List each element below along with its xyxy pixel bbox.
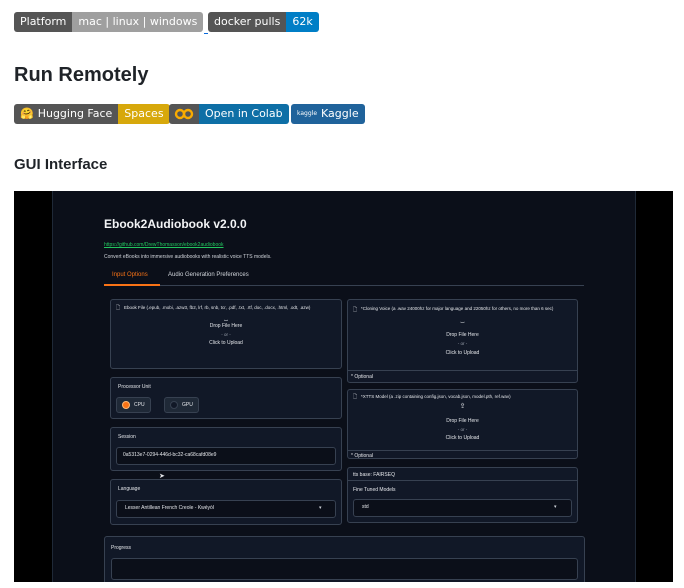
session-value: 0a5313e7-0294-446d-bc32-ca68cafd08e9 (123, 452, 217, 458)
session-panel: Session 0a5313e7-0294-446d-bc32-ca68cafd… (110, 427, 342, 471)
gpu-label: GPU (182, 402, 193, 408)
radio-checked-icon (122, 401, 130, 409)
divider (348, 370, 577, 371)
ebook-or-text: - or - (221, 332, 231, 337)
cloning-optional-text: * Optional (351, 374, 373, 380)
platform-badge-value: mac | linux | windows (72, 12, 204, 32)
ebook2audiobook-app: Ebook2Audiobook v2.0.0 https://github.co… (52, 191, 636, 582)
run-remotely-heading: Run Remotely (14, 64, 149, 86)
app-title: Ebook2Audiobook v2.0.0 (104, 217, 247, 231)
file-icon: 🗋 (353, 307, 358, 313)
gpu-radio[interactable]: GPU (164, 397, 199, 413)
xtts-model-upload[interactable]: 🗋 *XTTS Model (a .zip containing config.… (347, 389, 578, 459)
cpu-label: CPU (134, 402, 145, 408)
divider (348, 450, 577, 451)
hugging-face-label-text: Hugging Face (37, 107, 113, 120)
language-label: Language (118, 486, 141, 492)
chevron-down-icon: ▾ (319, 505, 322, 511)
hugging-face-badge-label: 🤗 Hugging Face (14, 104, 119, 124)
hugging-face-badge-value: Spaces (118, 104, 170, 124)
fine-tuned-label: Fine Tuned Models (353, 487, 396, 493)
xtts-optional-text: * Optional (351, 453, 373, 459)
cpu-radio[interactable]: CPU (116, 397, 151, 413)
xtts-or-text: - or - (457, 427, 468, 432)
ebook-drop-text: Drop File Here (209, 323, 243, 329)
upload-icon: ⌴ (460, 319, 465, 325)
colab-badge-label: Open in Colab (199, 104, 289, 124)
processor-unit-panel: Processor Unit CPU GPU (110, 377, 342, 419)
cloning-voice-upload[interactable]: 🗋 *Cloning Voice (a .wav 24000hz for maj… (347, 299, 578, 383)
fine-tuned-value: std (362, 504, 369, 510)
tts-base-text: tts base: FAIRSEQ (353, 472, 395, 478)
platform-badge[interactable]: Platform mac | linux | windows (14, 12, 204, 32)
tab-active-indicator (104, 284, 160, 286)
cloning-or-text: - or - (457, 341, 468, 346)
cloning-voice-label: *Cloning Voice (a .wav 24000hz for major… (361, 306, 554, 311)
progress-label: Progress (111, 545, 132, 551)
session-label: Session (118, 434, 136, 440)
badge-link-underline (204, 33, 208, 34)
colab-logo-icon (169, 104, 199, 124)
upload-icon: ⇪ (459, 403, 466, 410)
platform-badge-label: Platform (14, 12, 73, 32)
ebook-click-text: Click to Upload (209, 340, 243, 346)
language-panel: Language Lesser Antillean French Creole … (110, 479, 342, 525)
kaggle-logo-icon: kaggle (297, 110, 318, 117)
docker-pulls-badge[interactable]: docker pulls 62k (208, 12, 319, 32)
cloning-click-text: Click to Upload (445, 350, 480, 356)
fine-tuned-select[interactable]: std ▾ (353, 499, 572, 517)
progress-textbox[interactable] (111, 558, 578, 580)
xtts-click-text: Click to Upload (445, 435, 480, 441)
kaggle-badge-content: kaggle Kaggle (291, 104, 365, 124)
tab-input-options[interactable]: Input Options (112, 272, 148, 278)
xtts-drop-text: Drop File Here (446, 418, 479, 424)
file-icon: 🗋 (116, 305, 121, 311)
tab-audio-generation-preferences[interactable]: Audio Generation Preferences (168, 272, 249, 278)
ebook-file-label: Ebook File (.epub, .mobi, .azw3, fb2, lr… (124, 305, 311, 310)
cloning-drop-text: Drop File Here (446, 332, 479, 338)
tab-divider (104, 285, 584, 286)
fine-tuned-models-panel: tts base: FAIRSEQ Fine Tuned Models std … (347, 467, 578, 523)
mouse-cursor-icon: ➤ (159, 473, 165, 480)
chevron-down-icon: ▾ (554, 504, 557, 510)
processor-unit-label: Processor Unit (118, 384, 151, 390)
file-icon: 🗋 (353, 394, 358, 400)
divider (348, 480, 577, 481)
docker-badge-label: docker pulls (208, 12, 287, 32)
app-repo-link[interactable]: https://github.com/DrewThomasson/ebook2a… (104, 242, 224, 248)
ebook-file-upload[interactable]: 🗋 Ebook File (.epub, .mobi, .azw3, fb2, … (110, 299, 342, 369)
language-select[interactable]: Lesser Antillean French Creole - Kwéyòl … (116, 500, 336, 518)
gui-interface-heading: GUI Interface (14, 156, 108, 173)
app-description: Convert eBooks into immersive audiobooks… (104, 254, 272, 260)
language-value: Lesser Antillean French Creole - Kwéyòl (125, 505, 214, 511)
open-in-colab-badge[interactable]: Open in Colab (169, 104, 289, 124)
xtts-model-label: *XTTS Model (a .zip containing config.js… (361, 394, 511, 399)
docker-badge-value: 62k (286, 12, 319, 32)
hugging-face-badge[interactable]: 🤗 Hugging Face Spaces (14, 104, 170, 124)
hugging-face-icon: 🤗 (20, 107, 34, 120)
progress-panel: Progress (104, 536, 585, 582)
radio-unchecked-icon (170, 401, 178, 409)
session-input[interactable]: 0a5313e7-0294-446d-bc32-ca68cafd08e9 (116, 447, 336, 465)
gui-screenshot: Ebook2Audiobook v2.0.0 https://github.co… (14, 191, 673, 582)
kaggle-badge[interactable]: kaggle Kaggle (291, 104, 365, 124)
kaggle-label-text: Kaggle (321, 107, 359, 120)
